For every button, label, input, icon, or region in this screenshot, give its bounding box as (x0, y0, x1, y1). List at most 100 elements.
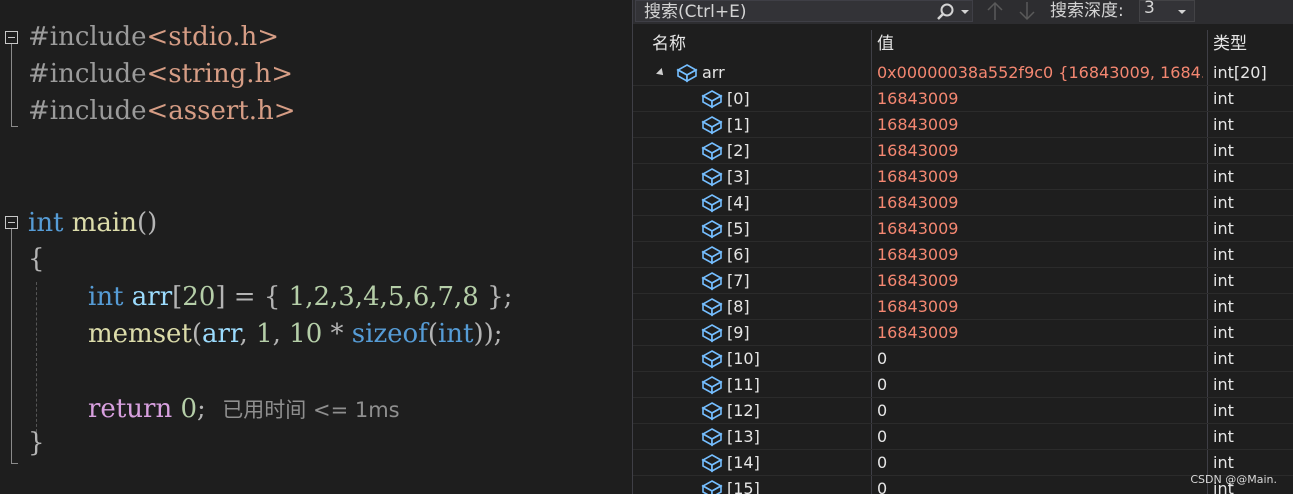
column-header-name[interactable]: 名称 (652, 30, 686, 58)
watch-row-element[interactable]: [1] 16843009 int (633, 112, 1293, 138)
watch-value[interactable]: 0x00000038a552f9c0 {16843009, 1684... (877, 60, 1203, 86)
punctuation: () (137, 208, 158, 238)
watch-row-element[interactable]: [8] 16843009 int (633, 294, 1293, 320)
punctuation: ( (191, 319, 203, 349)
punctuation: ( (427, 319, 438, 349)
watch-value[interactable]: 0 (877, 398, 1203, 424)
watch-type: int (1213, 375, 1234, 394)
watch-value[interactable]: 16843009 (877, 268, 1203, 294)
variable-object-icon (701, 90, 723, 109)
watch-row-element[interactable]: [2] 16843009 int (633, 138, 1293, 164)
watch-type: int (1213, 297, 1234, 316)
watch-value[interactable]: 16843009 (877, 242, 1203, 268)
perf-tip[interactable]: 已用时间 <= 1ms (222, 398, 399, 422)
code-line-main[interactable]: int main() (28, 205, 157, 241)
operator: * (322, 319, 352, 349)
watch-value[interactable]: 16843009 (877, 112, 1203, 138)
watch-row-element[interactable]: [0] 16843009 int (633, 86, 1293, 112)
watch-name: [14] (727, 453, 760, 472)
variable-object-icon (701, 402, 723, 421)
column-header-type[interactable]: 类型 (1213, 30, 1247, 58)
watch-row-element[interactable]: [7] 16843009 int (633, 268, 1293, 294)
watch-value[interactable]: 0 (877, 346, 1203, 372)
watch-name: [15] (727, 479, 760, 494)
variable-object-icon (701, 142, 723, 161)
include-file: <string.h> (146, 59, 294, 89)
outline-line (11, 463, 18, 464)
watch-value[interactable]: 16843009 (877, 216, 1203, 242)
search-input[interactable]: 搜索(Ctrl+E) (635, 0, 973, 22)
code-line-memset[interactable]: memset(arr, 1, 10 * sizeof(int)); (88, 316, 503, 352)
watch-row-element[interactable]: [6] 16843009 int (633, 242, 1293, 268)
punctuation: { (28, 244, 45, 274)
preprocessor-keyword: #include (28, 96, 147, 126)
watch-name: arr (702, 63, 725, 82)
watch-toolbar: 搜索(Ctrl+E) 搜索深度: 3 (633, 0, 1293, 24)
watch-name: [11] (727, 375, 760, 394)
code-line-return[interactable]: return 0; 已用时间 <= 1ms (88, 391, 400, 427)
watch-value[interactable]: 16843009 (877, 138, 1203, 164)
watch-value[interactable]: 16843009 (877, 190, 1203, 216)
include-file: <assert.h> (146, 96, 296, 126)
watch-row-element[interactable]: [12] 0 int (633, 398, 1293, 424)
search-options-chevron-icon[interactable] (961, 10, 969, 14)
search-icon[interactable] (934, 2, 956, 22)
watch-value[interactable]: 0 (877, 476, 1203, 494)
variable-object-icon (701, 168, 723, 187)
number-literal: 1 (256, 319, 273, 349)
watch-value[interactable]: 16843009 (877, 294, 1203, 320)
watch-type: int (1213, 245, 1234, 264)
indent-guide (36, 282, 37, 432)
number-literal: 1,2,3,4,5,6,7,8 (288, 282, 479, 312)
watch-value[interactable]: 0 (877, 424, 1203, 450)
code-line-open-brace[interactable]: { (28, 241, 45, 277)
watch-name: [13] (727, 427, 760, 446)
code-line-include-string[interactable]: #include<string.h> (28, 56, 293, 92)
expand-arrow-icon[interactable] (656, 68, 666, 78)
column-header-value[interactable]: 值 (877, 30, 894, 58)
variable-object-icon (701, 454, 723, 473)
code-line-array-decl[interactable]: int arr[20] = { 1,2,3,4,5,6,7,8 }; (88, 279, 512, 315)
search-next-arrow-icon[interactable] (1017, 0, 1037, 22)
watch-row-element[interactable]: [4] 16843009 int (633, 190, 1293, 216)
search-depth-select[interactable]: 3 (1139, 0, 1195, 22)
search-previous-arrow-icon[interactable] (985, 0, 1005, 22)
preprocessor-keyword: #include (28, 22, 147, 52)
punctuation: , (239, 319, 257, 349)
collapse-includes-icon[interactable] (5, 31, 18, 44)
watch-name: [6] (727, 245, 750, 264)
watch-row-element[interactable]: [9] 16843009 int (633, 320, 1293, 346)
watch-value[interactable]: 0 (877, 372, 1203, 398)
watch-name: [10] (727, 349, 760, 368)
code-line-include-stdio[interactable]: #include<stdio.h> (28, 19, 279, 55)
chevron-down-icon (1178, 10, 1186, 14)
number-literal: 0 (180, 394, 197, 424)
variable-object-icon (701, 428, 723, 447)
preprocessor-keyword: #include (28, 59, 147, 89)
watch-value[interactable]: 16843009 (877, 320, 1203, 346)
variable-object-icon (676, 64, 698, 83)
watch-type: int (1213, 271, 1234, 290)
watch-row-element[interactable]: [10] 0 int (633, 346, 1293, 372)
collapse-main-icon[interactable] (5, 216, 18, 229)
code-line-include-assert[interactable]: #include<assert.h> (28, 93, 296, 129)
variable-object-icon (701, 116, 723, 135)
watch-name: [12] (727, 401, 760, 420)
code-line-close-brace[interactable]: } (28, 425, 45, 461)
function-name: main (71, 208, 137, 238)
watch-row-element[interactable]: [11] 0 int (633, 372, 1293, 398)
watch-type: int (1213, 219, 1234, 238)
watch-row-element[interactable]: [5] 16843009 int (633, 216, 1293, 242)
watch-row-arr[interactable]: arr 0x00000038a552f9c0 {16843009, 1684..… (633, 60, 1293, 86)
watch-name: [7] (727, 271, 750, 290)
punctuation: } (28, 428, 45, 458)
watch-row-element[interactable]: [3] 16843009 int (633, 164, 1293, 190)
code-editor[interactable]: #include<stdio.h> #include<string.h> #in… (0, 0, 632, 494)
number-literal: 10 (289, 319, 323, 349)
watch-row-element[interactable]: [13] 0 int (633, 424, 1293, 450)
watch-value[interactable]: 16843009 (877, 86, 1203, 112)
variable-name: arr (131, 282, 173, 312)
watch-value[interactable]: 0 (877, 450, 1203, 476)
watch-type: int (1213, 193, 1234, 212)
watch-value[interactable]: 16843009 (877, 164, 1203, 190)
